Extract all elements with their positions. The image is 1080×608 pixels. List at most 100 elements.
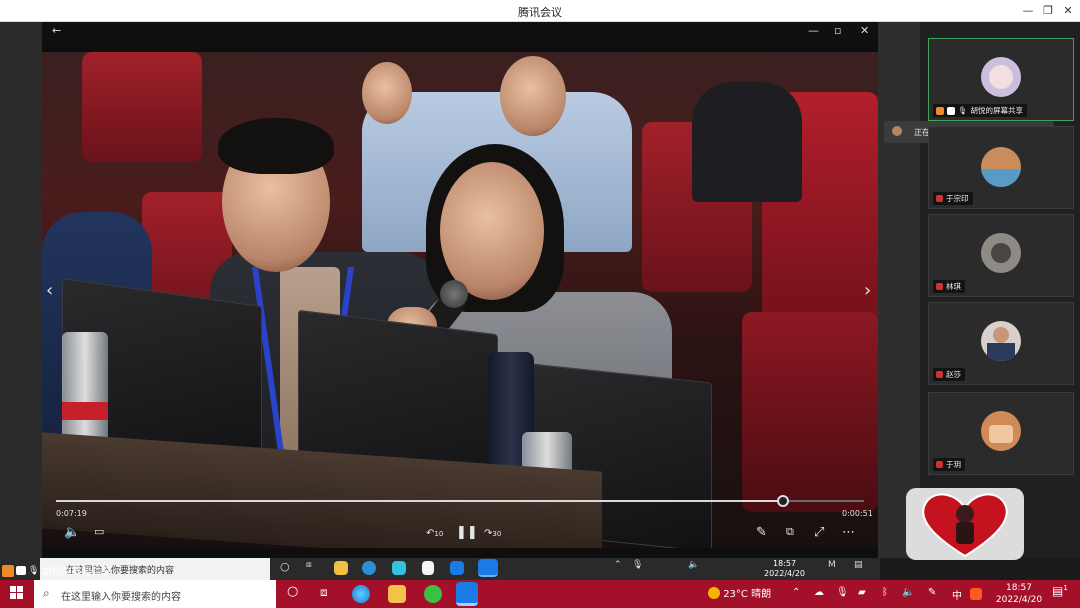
- ime-indicator[interactable]: 中: [952, 587, 962, 602]
- mic-tray-icon[interactable]: 🎙: [836, 587, 849, 598]
- host-icon: [936, 106, 944, 115]
- restore-icon[interactable]: ❐: [1038, 2, 1058, 20]
- speaker-avatar-icon: [892, 126, 902, 136]
- inner-edge-icon: [362, 561, 376, 575]
- left-gutter: [0, 22, 42, 558]
- participant-tile-1[interactable]: 于宗印: [928, 126, 1074, 209]
- sun-icon: [708, 586, 720, 599]
- cortana-icon[interactable]: ○: [287, 584, 298, 599]
- inner-time: 18:57: [772, 559, 797, 568]
- cloud-icon[interactable]: ☁: [814, 587, 824, 598]
- participant-name: 胡悦的屏幕共享: [970, 106, 1024, 115]
- tray-app-icon[interactable]: ▰: [858, 587, 866, 598]
- inner-monitor-icon: M: [828, 560, 836, 570]
- inner-notification-icon: ▤: [854, 560, 863, 570]
- mic-icon: 🎙: [958, 106, 968, 115]
- avatar: [981, 57, 1021, 97]
- rewind-label: 10: [434, 530, 444, 538]
- mic-icon: 🎙: [28, 565, 40, 576]
- pen-tray-icon[interactable]: ✎: [928, 587, 936, 598]
- rewind-button[interactable]: ↶10: [426, 528, 443, 539]
- participant-tile-2[interactable]: 林琪: [928, 214, 1074, 297]
- screen-share-icon: [947, 106, 955, 115]
- mic-muted-icon: [936, 283, 943, 290]
- weather-text: 23°C 晴朗: [723, 589, 772, 600]
- windows-start-icon[interactable]: [10, 586, 24, 600]
- back-arrow-icon[interactable]: ←: [52, 24, 61, 37]
- minimize-icon[interactable]: —: [1018, 2, 1038, 20]
- inner-tray-volume-icon: 🔈: [688, 560, 700, 570]
- mic-muted-icon: [936, 461, 943, 468]
- weather-widget[interactable]: 23°C 晴朗: [708, 585, 771, 600]
- window-title: 腾讯会议: [518, 6, 562, 19]
- seat: [742, 312, 878, 512]
- fullscreen-icon[interactable]: ⤢: [814, 525, 824, 540]
- participant-tile-3[interactable]: 赵莎: [928, 302, 1074, 385]
- clock-date: 2022/4/20: [995, 595, 1043, 605]
- person-dark: [692, 82, 802, 202]
- inner-viewer-icon: [478, 559, 498, 577]
- edge-icon[interactable]: [352, 585, 370, 603]
- participant-tile-0[interactable]: 🎙 胡悦的屏幕共享: [928, 38, 1074, 121]
- inner-tray-mic-icon: 🎙: [632, 560, 644, 570]
- avatar: [981, 233, 1021, 273]
- video-progress-bar[interactable]: [56, 495, 864, 507]
- participant-name: 于玥: [946, 460, 961, 469]
- window-titlebar: 腾讯会议 — ❐ ✕: [0, 0, 1080, 22]
- viewer-close-icon[interactable]: ✕: [860, 24, 869, 37]
- microphone-head: [440, 280, 468, 308]
- share-label-text: 胡悦的屏幕共享: [41, 567, 112, 578]
- inner-meeting-icon: [450, 561, 464, 575]
- inner-bilibili-icon: [392, 561, 406, 575]
- participant-name: 于宗印: [946, 194, 969, 203]
- search-placeholder: 在这里输入你要搜索的内容: [61, 592, 181, 603]
- inner-file-icon: [422, 561, 434, 575]
- person-head: [500, 56, 566, 136]
- current-time: 0:07:19: [56, 509, 87, 518]
- total-time: 0:00:51: [842, 509, 873, 518]
- viewer-restore-icon[interactable]: ▫: [834, 24, 841, 37]
- person-head: [362, 62, 412, 124]
- more-icon[interactable]: ⋯: [842, 525, 855, 540]
- antivirus-icon[interactable]: [970, 588, 982, 600]
- next-image-icon[interactable]: ›: [864, 280, 871, 301]
- viewer-minimize-icon[interactable]: —: [808, 24, 819, 37]
- mic-muted-icon: [936, 371, 943, 378]
- pip-icon[interactable]: ⧉: [786, 525, 794, 539]
- volume-tray-icon[interactable]: 🔈: [902, 587, 914, 598]
- participant-name-tag: 🎙 胡悦的屏幕共享: [933, 104, 1028, 117]
- inner-clock: 18:57 2022/4/20: [764, 559, 805, 579]
- volume-icon[interactable]: 🔈: [64, 525, 80, 540]
- pause-button[interactable]: ❚❚: [456, 525, 478, 540]
- participant-tile-4[interactable]: 于玥: [928, 392, 1074, 475]
- close-icon[interactable]: ✕: [1058, 2, 1078, 20]
- file-explorer-icon[interactable]: [388, 585, 406, 603]
- forward-label: 30: [492, 530, 502, 538]
- taskbar-clock[interactable]: 18:57 2022/4/20: [988, 582, 1050, 606]
- wechat-icon[interactable]: [424, 585, 442, 603]
- tray-expand-icon[interactable]: ⌃: [792, 587, 800, 598]
- participant-name-tag: 林琪: [933, 280, 965, 293]
- avatar: [981, 321, 1021, 361]
- man-hair: [218, 118, 334, 174]
- taskbar-search-input[interactable]: ⌕ 在这里输入你要搜索的内容: [34, 580, 276, 608]
- tencent-meeting-icon[interactable]: [456, 582, 478, 606]
- inner-date: 2022/4/20: [764, 569, 806, 578]
- prev-image-icon[interactable]: ‹: [46, 280, 53, 301]
- notification-icon[interactable]: ▤1: [1052, 584, 1068, 598]
- participant-name-tag: 于玥: [933, 458, 965, 471]
- divider-area: [878, 22, 920, 558]
- tencent-meeting-window: 腾讯会议 — ❐ ✕ ← — ▫ ✕ ‹ › 0:07:19 0:00:51 🔈…: [0, 0, 1080, 608]
- subtitle-icon[interactable]: ▭: [94, 525, 104, 538]
- mic-muted-icon: [936, 195, 943, 202]
- bluetooth-icon[interactable]: ᛒ: [882, 587, 888, 598]
- clock-time: 18:57: [1006, 583, 1032, 593]
- search-icon: ⌕: [43, 586, 50, 600]
- participant-name-tag: 于宗印: [933, 192, 973, 205]
- queen-hearts-sticker: [906, 488, 1024, 560]
- forward-button[interactable]: ↷30: [484, 528, 501, 539]
- inner-tray-up-icon: ⌃: [614, 560, 622, 570]
- participant-name: 林琪: [946, 282, 961, 291]
- pen-icon[interactable]: ✎: [756, 525, 767, 540]
- task-view-icon[interactable]: ⧈: [320, 585, 328, 600]
